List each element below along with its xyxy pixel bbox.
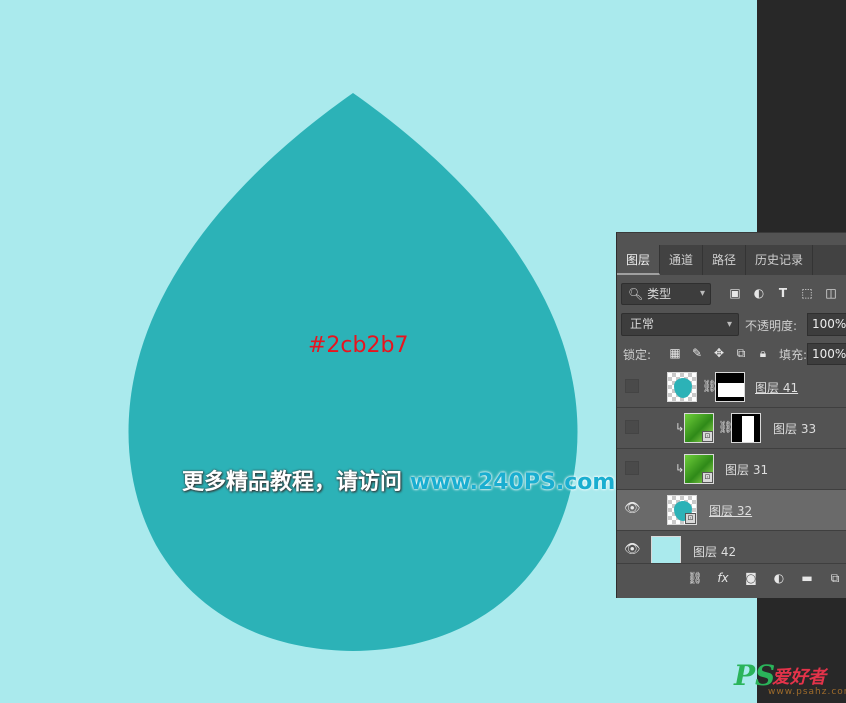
opacity-field[interactable]: 100% bbox=[807, 313, 846, 336]
panel-tabs: 图层 通道 路径 历史记录 bbox=[617, 245, 846, 275]
color-hex-label: #2cb2b7 bbox=[308, 333, 409, 358]
new-layer-icon[interactable]: ⧉ bbox=[827, 570, 843, 586]
chevron-down-icon: ▾ bbox=[699, 288, 705, 299]
layer-thumbnail: ⊡ bbox=[667, 495, 697, 525]
tab-channels[interactable]: 通道 bbox=[660, 245, 704, 275]
promo-chinese-text: 更多精品教程，请访问 bbox=[182, 470, 403, 495]
adjustment-layer-icon[interactable]: ◐ bbox=[771, 570, 787, 586]
fx-icon[interactable]: fx bbox=[715, 570, 731, 586]
filter-row: 🔍︎ 类型 ▾ ▣ ◐ T ⬚ ◫ bbox=[621, 283, 846, 305]
watermark-chinese: 爱好者 bbox=[772, 667, 826, 688]
layer-row[interactable]: ⛓︎ 图层 41 bbox=[617, 367, 846, 408]
adjustment-filter-icon[interactable]: ◐ bbox=[751, 284, 767, 302]
eye-icon[interactable]: 👁︎ bbox=[624, 542, 641, 558]
watermark-logo: PS 爱好者 www.psahz.com bbox=[734, 659, 846, 699]
link-layers-icon[interactable]: ⛓︎ bbox=[687, 570, 703, 586]
clipping-arrow-icon: ↳ bbox=[675, 462, 685, 475]
search-icon: 🔍︎ bbox=[628, 287, 644, 301]
footer-icons: ⛓︎ fx ◙ ◐ ▬ ⧉ bbox=[687, 570, 843, 586]
layer-thumbnail: ⊡ bbox=[684, 454, 714, 484]
layer-row[interactable]: ↳ ⊡ 图层 31 bbox=[617, 449, 846, 490]
layer-filter-select[interactable]: 🔍︎ 类型 ▾ bbox=[621, 283, 711, 305]
visibility-toggle[interactable] bbox=[625, 379, 639, 393]
panel-footer: ⛓︎ fx ◙ ◐ ▬ ⧉ bbox=[617, 563, 846, 593]
layer-thumbnail: ⊡ bbox=[684, 413, 714, 443]
opacity-label: 不透明度: bbox=[745, 319, 798, 333]
smart-object-icon: ⊡ bbox=[685, 513, 696, 524]
lock-all-icon[interactable]: 🔒︎ bbox=[755, 345, 771, 361]
lock-artboard-icon[interactable]: ⧉ bbox=[733, 345, 749, 361]
lock-label: 锁定: bbox=[623, 348, 652, 362]
layer-name[interactable]: 图层 32 bbox=[709, 502, 752, 519]
fill-field[interactable]: 100% bbox=[807, 343, 846, 365]
promo-banner: 更多精品教程，请访问 www.240PS.com bbox=[182, 464, 615, 496]
eye-icon[interactable]: 👁︎ bbox=[624, 501, 641, 517]
text-filter-icon[interactable]: T bbox=[775, 284, 791, 302]
shape-filter-icon[interactable]: ⬚ bbox=[799, 284, 815, 302]
filter-icons: ▣ ◐ T ⬚ ◫ bbox=[727, 284, 839, 302]
add-mask-icon[interactable]: ◙ bbox=[743, 570, 759, 586]
chevron-down-icon: ▾ bbox=[726, 319, 732, 330]
layer-name[interactable]: 图层 41 bbox=[755, 379, 798, 396]
layers-panel: 图层 通道 路径 历史记录 🔍︎ 类型 ▾ ▣ ◐ T ⬚ ◫ 正常 ▾ 不透明… bbox=[616, 232, 846, 598]
layer-mask-thumbnail[interactable] bbox=[731, 413, 761, 443]
smart-object-icon: ⊡ bbox=[702, 431, 713, 442]
smart-object-filter-icon[interactable]: ◫ bbox=[823, 284, 839, 302]
layer-name[interactable]: 图层 42 bbox=[693, 543, 736, 560]
image-filter-icon[interactable]: ▣ bbox=[727, 284, 743, 302]
layer-name[interactable]: 图层 33 bbox=[773, 420, 816, 437]
lock-move-icon[interactable]: ✥ bbox=[711, 345, 727, 361]
layer-row[interactable]: ↳ ⊡ ⛓︎ 图层 33 bbox=[617, 408, 846, 449]
layer-name[interactable]: 图层 31 bbox=[725, 461, 768, 478]
lock-transparent-icon[interactable]: ▦ bbox=[667, 345, 683, 361]
layer-row-selected[interactable]: 👁︎ ⊡ 图层 32 bbox=[617, 490, 846, 531]
lock-row: 锁定: ▦ ✎ ✥ ⧉ 🔒︎ 填充: 100% bbox=[623, 343, 846, 365]
blend-mode-select[interactable]: 正常 ▾ bbox=[621, 313, 739, 336]
fill-label: 填充: bbox=[779, 348, 808, 362]
tab-history[interactable]: 历史记录 bbox=[746, 245, 814, 275]
watermark-url: www.psahz.com bbox=[768, 687, 846, 697]
blend-mode-value: 正常 bbox=[630, 317, 655, 331]
layers-list: ⛓︎ 图层 41 ↳ ⊡ ⛓︎ 图层 33 ↳ ⊡ 图层 31 👁︎ ⊡ 图层 … bbox=[617, 367, 846, 572]
tab-layers[interactable]: 图层 bbox=[617, 245, 661, 275]
tab-paths[interactable]: 路径 bbox=[703, 245, 747, 275]
layer-thumbnail bbox=[667, 372, 697, 402]
lock-paint-icon[interactable]: ✎ bbox=[689, 345, 705, 361]
blend-row: 正常 ▾ 不透明度: 100% bbox=[621, 313, 846, 337]
promo-url[interactable]: www.240PS.com bbox=[410, 470, 615, 495]
layer-mask-thumbnail[interactable] bbox=[715, 372, 745, 402]
layer-thumbnail bbox=[651, 536, 681, 566]
new-group-icon[interactable]: ▬ bbox=[799, 570, 815, 586]
visibility-toggle[interactable] bbox=[625, 461, 639, 475]
smart-object-icon: ⊡ bbox=[702, 472, 713, 483]
filter-type-label: 类型 bbox=[647, 287, 672, 301]
visibility-toggle[interactable] bbox=[625, 420, 639, 434]
clipping-arrow-icon: ↳ bbox=[675, 421, 685, 434]
lock-icons: ▦ ✎ ✥ ⧉ 🔒︎ bbox=[667, 345, 771, 361]
